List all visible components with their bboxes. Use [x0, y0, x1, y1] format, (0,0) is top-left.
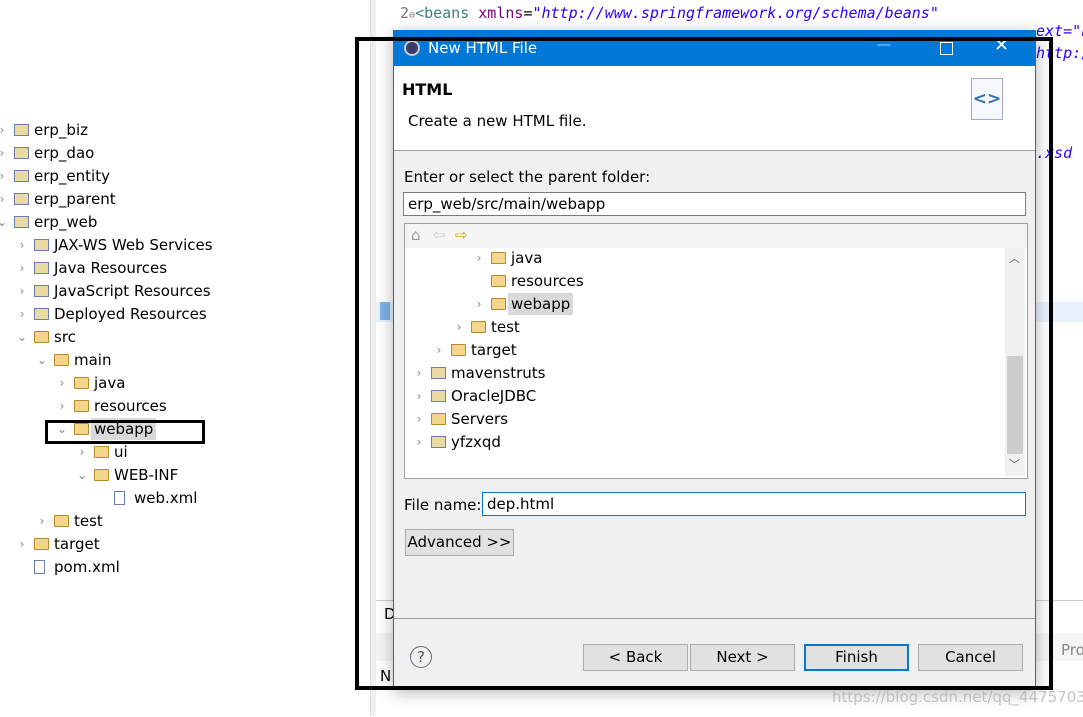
maven-project-icon — [14, 124, 29, 136]
maven-project-icon — [14, 216, 29, 228]
tree-item-label: resources — [94, 397, 167, 415]
chevron-right-icon[interactable]: › — [16, 234, 28, 256]
watermark: https://blog.csdn.net/qq_44757034 — [832, 688, 1083, 706]
tree-item-label: main — [74, 351, 112, 369]
tree-item-label: erp_biz — [34, 121, 88, 139]
chevron-right-icon[interactable]: › — [16, 257, 28, 279]
tree-item-label: Java Resources — [54, 259, 168, 277]
chevron-right-icon[interactable]: › — [56, 395, 68, 417]
java-resources-icon — [34, 262, 49, 274]
deployed-resources-icon — [34, 308, 49, 320]
tree-item-label: WEB-INF — [114, 466, 179, 484]
chevron-right-icon[interactable]: › — [16, 303, 28, 325]
folder-icon — [94, 446, 109, 458]
folder-icon — [74, 400, 89, 412]
tree-item-label: Deployed Resources — [54, 305, 207, 323]
chevron-right-icon[interactable]: › — [0, 142, 8, 164]
tree-item-label: JavaScript Resources — [54, 282, 211, 300]
maven-project-icon — [14, 170, 29, 182]
chevron-right-icon[interactable]: › — [36, 510, 48, 532]
chevron-right-icon[interactable]: › — [0, 165, 8, 187]
folder-icon — [54, 354, 69, 366]
tree-item-label: erp_parent — [34, 190, 116, 208]
tree-item-label: target — [54, 535, 100, 553]
chevron-right-icon[interactable]: › — [16, 533, 28, 555]
tree-item-label: web.xml — [134, 489, 198, 507]
tree-item-label: ui — [114, 443, 128, 461]
tree-item-label: erp_dao — [34, 144, 95, 162]
tree-item-label: test — [74, 512, 103, 530]
chevron-right-icon[interactable]: › — [56, 372, 68, 394]
tree-item-label: JAX-WS Web Services — [54, 236, 213, 254]
tree-item-label: erp_web — [34, 213, 98, 231]
tree-item-label: src — [54, 328, 76, 346]
chevron-down-icon[interactable]: ⌄ — [36, 349, 48, 371]
tree-item-label: pom.xml — [54, 558, 120, 576]
chevron-down-icon[interactable]: ⌄ — [76, 464, 88, 486]
maven-project-icon — [14, 193, 29, 205]
package-explorer: › erp_biz › erp_dao › erp_entity › erp_parent ⌄ e… — [0, 0, 370, 716]
maven-project-warning-icon — [14, 147, 29, 159]
chevron-right-icon[interactable]: › — [76, 441, 88, 463]
chevron-right-icon[interactable]: › — [0, 119, 8, 141]
xml-file-icon — [114, 491, 125, 505]
chevron-right-icon[interactable]: › — [16, 280, 28, 302]
xml-attr: xmlns — [478, 4, 524, 22]
properties-tab[interactable]: Pro — [1061, 641, 1083, 659]
javascript-resources-icon — [34, 285, 49, 297]
tree-item-label: erp_entity — [34, 167, 110, 185]
folder-icon — [94, 469, 109, 481]
line-number: 2 — [400, 4, 410, 22]
xml-value: "http://www.springframework.org/schema/b… — [532, 4, 939, 22]
annotation-frame — [355, 37, 1053, 690]
chevron-down-icon[interactable]: ⌄ — [0, 211, 8, 233]
chevron-right-icon[interactable]: › — [0, 188, 8, 210]
folder-icon — [34, 331, 49, 343]
folder-icon — [74, 377, 89, 389]
maven-pom-icon — [34, 560, 45, 574]
folder-icon — [34, 538, 49, 550]
tree-item-label: java — [94, 374, 126, 392]
folder-icon — [54, 515, 69, 527]
annotation-box — [45, 420, 205, 444]
chevron-down-icon[interactable]: ⌄ — [16, 326, 28, 348]
xml-tag: <beans — [415, 4, 470, 22]
web-services-icon — [34, 239, 49, 251]
